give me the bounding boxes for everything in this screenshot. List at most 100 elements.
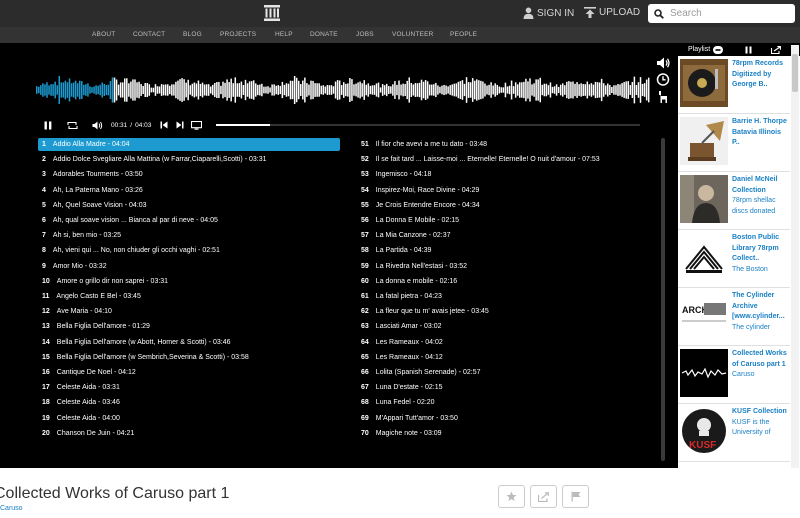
nav-jobs[interactable]: JOBS [356,31,374,38]
share-button[interactable] [530,485,557,508]
waveform-bar [199,83,202,97]
track-row[interactable]: 66 Lolita (Spanish Serenade) - 02:57 [361,366,651,379]
nav-projects[interactable]: PROJECTS [220,31,256,38]
playlist-item[interactable]: Collected Works of Caruso part 1 Caruso [678,346,790,404]
screen-icon[interactable] [191,120,203,130]
track-row[interactable]: 7 Ah si, ben mio - 03:25 [38,229,340,242]
nav-blog[interactable]: BLOG [183,31,202,38]
next-track-icon[interactable] [176,121,184,129]
waveform-bar [392,84,394,96]
track-row[interactable]: 56 La Donna E Mobile - 02:15 [361,214,651,227]
clock-icon[interactable] [656,73,670,86]
track-row[interactable]: 57 La Mia Canzone - 02:37 [361,229,651,242]
nav-people[interactable]: PEOPLE [450,31,477,38]
track-row[interactable]: 15 Bella Figlia Dell'amore (w Sembrich,Se… [38,351,340,364]
playlist-item-text: KUSF Collection KUSF is the University o… [732,407,790,439]
track-row[interactable]: 58 La Partida - 04:39 [361,244,651,257]
track-row[interactable]: 63 Lasciati Amar - 03:02 [361,320,651,333]
track-row[interactable]: 19 Celeste Aida - 04:00 [38,412,340,425]
waveform-bar [179,79,181,101]
track-list-scrollbar[interactable] [661,138,665,461]
flag-button[interactable] [562,485,589,508]
item-creator-link[interactable]: Caruso [0,505,23,512]
track-row[interactable]: 65 Les Rameaux - 04:12 [361,351,651,364]
track-row[interactable]: 17 Celeste Aida - 03:31 [38,381,340,394]
sidebar-scrollbar-thumb[interactable] [792,54,798,92]
track-row[interactable]: 10 Amore o grillo dir non saprei - 03:31 [38,275,340,288]
nav-volunteer[interactable]: VOLUNTEER [392,31,434,38]
track-title: Luna Fedel - 02:20 [375,399,435,407]
track-row[interactable]: 20 Chanson De Juin - 04:21 [38,427,340,440]
waveform-bar [93,86,95,94]
track-row[interactable]: 2 Addio Dolce Svegliare Alla Mattina (w F… [38,153,340,166]
track-row[interactable]: 6 Ah, qual soave vision ... Bianca al par… [38,214,340,227]
track-row[interactable]: 11 Angelo Casto E Bel - 03:45 [38,290,340,303]
track-row[interactable]: 16 Cantique De Noel - 04:12 [38,366,340,379]
track-row[interactable]: 5 Ah, Quel Soave Vision - 04:03 [38,199,340,212]
track-row[interactable]: 12 Ave Maria - 04:10 [38,305,340,318]
waveform-bar [275,85,277,95]
waveform-bar [594,81,597,99]
track-row[interactable]: 4 Ah, La Paterna Mano - 03:26 [38,184,340,197]
playlist-item[interactable]: Boston Public Library 78rpm Collect.. Th… [678,230,790,288]
track-row[interactable]: 59 La Rivedra Nell'estasi - 03:52 [361,260,651,273]
track-row[interactable]: 13 Bella Figlia Dell'amore - 01:29 [38,320,340,333]
waveform-bar [643,83,646,97]
repeat-icon[interactable] [67,121,78,130]
progress-bar[interactable] [216,124,640,126]
previous-track-icon[interactable] [160,121,168,129]
llama-icon[interactable] [656,90,670,103]
track-row[interactable]: 14 Bella Figlia Dell'amore (w Abott, Home… [38,336,340,349]
nav-contact[interactable]: CONTACT [133,31,165,38]
sidebar-scrollbar[interactable] [791,45,799,468]
track-row[interactable]: 53 Ingemisco - 04:18 [361,168,651,181]
track-row[interactable]: 62 La fleur que tu m' avais jetee - 03:45 [361,305,651,318]
playlist-item[interactable]: Daniel McNeil Collection 78rpm shellac d… [678,172,790,230]
track-row[interactable]: 64 Les Rameaux - 04:02 [361,336,651,349]
share-icon[interactable] [771,45,782,54]
volume-icon[interactable] [656,57,670,69]
track-row[interactable]: 8 Ah, vieni qui ... No, non chiuder gli o… [38,244,340,257]
track-row[interactable]: 51 Il fior che avevi a me tu dato - 03:48 [361,138,651,151]
waveform-bar [592,84,595,96]
sign-in-link[interactable]: SIGN IN [523,7,574,19]
track-row[interactable]: 1 Addio Alla Madre - 04:04 [38,138,340,151]
track-row[interactable]: 67 Luna D'estate - 02:15 [361,381,651,394]
track-row[interactable]: 18 Celeste Aida - 03:46 [38,396,340,409]
playlist-item[interactable]: ARCHIVE The Cylinder Archive [www.cylind… [678,288,790,346]
track-row[interactable]: 52 Il se fait tard ... Laisse-moi ... Ete… [361,153,651,166]
search-icon[interactable] [654,8,664,19]
playlist-item[interactable]: 78rpm Records Digitized by George B.. [678,56,790,114]
track-row[interactable]: 70 Magiche note - 03:09 [361,427,651,440]
waveform-bar [312,80,314,100]
waveform-bar [214,82,216,98]
track-row[interactable]: 55 Je Crois Entendre Encore - 04:34 [361,199,651,212]
track-row[interactable]: 9 Amor Mio - 03:32 [38,260,340,273]
favorite-button[interactable] [498,485,525,508]
waveform-bar [459,81,462,99]
nav-donate[interactable]: DONATE [310,31,338,38]
track-row[interactable]: 61 La fatal pietra - 04:23 [361,290,651,303]
playlist-item[interactable]: KUSF KUSF Collection KUSF is the Univers… [678,404,790,462]
track-row[interactable]: 3 Adorables Tourments - 03:50 [38,168,340,181]
search-input[interactable] [670,8,790,19]
waveform[interactable] [36,73,650,107]
nav-help[interactable]: HELP [275,31,293,38]
waveform-bar [87,83,89,97]
track-row[interactable]: 69 M'Appari Tutt'amor - 03:50 [361,412,651,425]
waveform-bar [328,85,331,95]
track-row[interactable]: 60 La donna e mobile - 02:16 [361,275,651,288]
waveform-bar [641,83,644,97]
pause-icon[interactable] [44,121,52,130]
playlist-toggle-icon[interactable] [713,45,724,54]
audio-player: 00:31 / 04:03 1 Addio Alla Madre - 04:04 2… [0,43,678,468]
track-row[interactable]: 68 Luna Fedel - 02:20 [361,396,651,409]
playlist-pause-icon[interactable] [745,46,752,54]
volume-small-icon[interactable] [92,121,103,130]
track-row[interactable]: 54 Inspirez-Moi, Race Divine - 04:29 [361,184,651,197]
upload-link[interactable]: UPLOAD [584,7,640,18]
archive-logo-icon[interactable] [263,4,281,22]
waveform-bar [553,86,556,94]
nav-about[interactable]: ABOUT [92,31,115,38]
playlist-item[interactable]: Barrie H. Thorpe Batavia Illinois P.. [678,114,790,172]
